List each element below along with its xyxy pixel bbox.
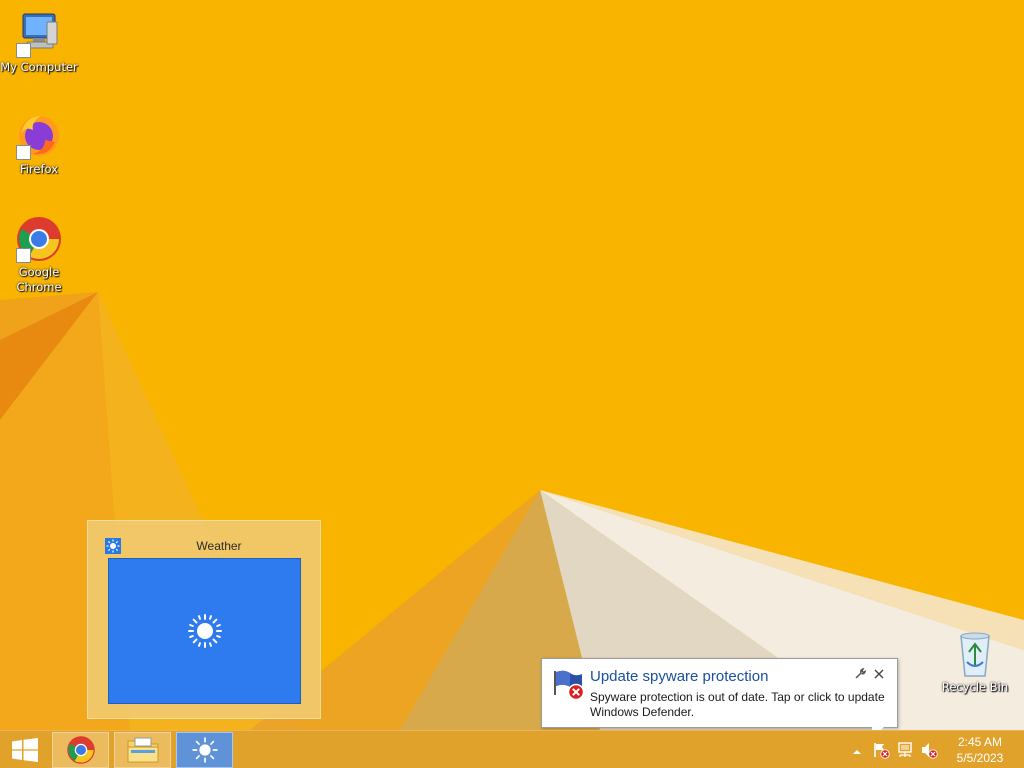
action-center-flag-icon[interactable] [872, 741, 890, 759]
shortcut-arrow-icon [16, 248, 31, 263]
desktop: My Computer Firefox Google Chrome Recycl… [0, 0, 1024, 730]
close-icon [874, 669, 884, 679]
notification-close-button[interactable] [872, 668, 886, 682]
sun-icon [105, 538, 121, 554]
defender-notification[interactable]: Update spyware protection Spyware protec… [541, 658, 898, 730]
chrome-icon [15, 215, 63, 263]
chevron-up-icon [853, 750, 861, 754]
network-icon[interactable] [897, 741, 915, 759]
desktop-icon-my-computer[interactable]: My Computer [0, 10, 78, 75]
computer-icon [15, 10, 63, 58]
weather-window-preview[interactable] [108, 558, 301, 704]
sun-icon [188, 614, 222, 648]
firefox-icon [15, 112, 63, 160]
volume-muted-icon[interactable] [920, 741, 938, 759]
start-button[interactable] [0, 732, 50, 768]
desktop-icon-label: Recycle Bin [941, 680, 1009, 694]
desktop-icon-recycle-bin[interactable]: Recycle Bin [936, 630, 1014, 695]
desktop-icon-label: Firefox [19, 162, 59, 176]
show-hidden-icons-button[interactable] [851, 743, 863, 755]
thumbnail-title: Weather [196, 539, 242, 553]
notification-title: Update spyware protection [590, 668, 769, 685]
notification-settings-button[interactable] [853, 667, 867, 682]
desktop-icon-firefox[interactable]: Firefox [0, 112, 78, 177]
folder-icon [127, 737, 158, 763]
sun-icon [191, 737, 218, 763]
taskbar-app-weather[interactable] [176, 732, 233, 768]
wrench-icon [855, 667, 867, 679]
desktop-icon-label: Google Chrome [16, 265, 62, 294]
notification-body: Spyware protection is out of date. Tap o… [590, 690, 885, 719]
chrome-icon [66, 736, 95, 764]
taskbar: 2:45 AM 5/5/2023 [0, 730, 1024, 768]
desktop-icon-label: My Computer [0, 60, 78, 74]
weather-taskbar-thumbnail[interactable]: Weather [87, 520, 321, 719]
windows-defender-error-icon [552, 669, 586, 701]
shortcut-arrow-icon [16, 145, 31, 160]
system-clock[interactable]: 2:45 AM 5/5/2023 [948, 734, 1012, 766]
clock-time: 2:45 AM [957, 735, 1003, 749]
windows-logo-icon [12, 738, 38, 762]
taskbar-app-file-explorer[interactable] [114, 732, 171, 768]
clock-date: 5/5/2023 [956, 751, 1004, 765]
taskbar-app-chrome[interactable] [52, 732, 109, 768]
shortcut-arrow-icon [16, 43, 31, 58]
desktop-icon-google-chrome[interactable]: Google Chrome [0, 215, 78, 295]
recycle-bin-icon [951, 630, 999, 678]
